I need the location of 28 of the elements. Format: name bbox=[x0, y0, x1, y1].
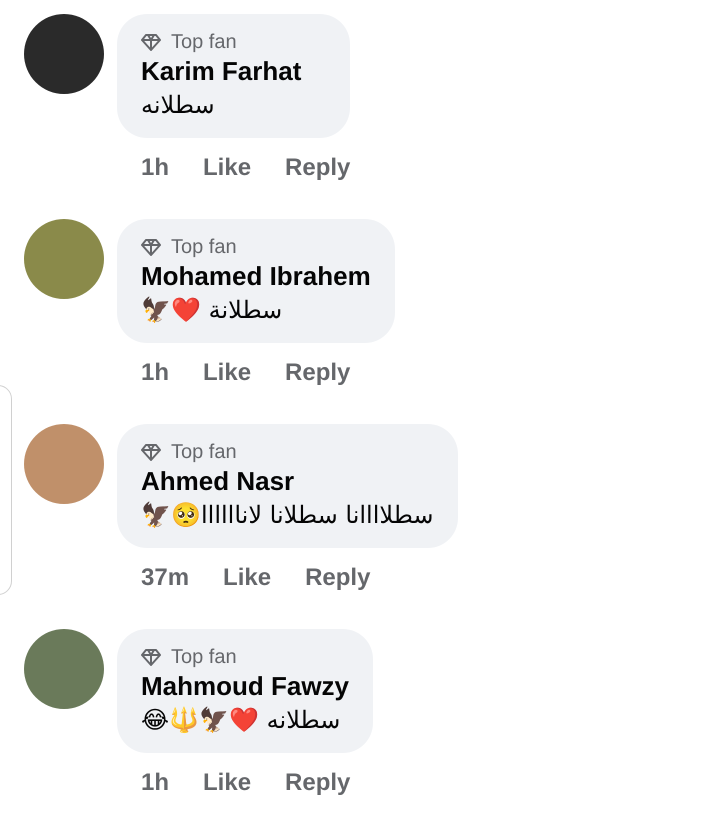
comment-action-link[interactable]: Like bbox=[223, 560, 272, 596]
comment-text: سطلانه ❤🦅🔱😂 bbox=[141, 705, 342, 736]
comment-time: 1h bbox=[141, 153, 170, 183]
top-fan-label: Top fan bbox=[171, 440, 237, 464]
commenter-name[interactable]: Ahmed Nasr bbox=[141, 464, 434, 498]
commenter-name[interactable]: Mohamed Ibrahem bbox=[141, 259, 371, 293]
comment-action-link[interactable]: Reply bbox=[285, 150, 350, 186]
diamond-icon bbox=[141, 443, 161, 461]
comment-time: 1h bbox=[141, 768, 170, 798]
comment-action-link[interactable]: Reply bbox=[305, 560, 370, 596]
commenter-name[interactable]: Karim Farhat bbox=[141, 54, 326, 88]
top-fan-label: Top fan bbox=[171, 30, 237, 54]
comment-time: 1h bbox=[141, 358, 170, 388]
commenter-name[interactable]: Mahmoud Fawzy bbox=[141, 669, 350, 703]
comment-text: سطلانة ❤🦅 bbox=[141, 295, 284, 326]
comment-action-link[interactable]: Reply bbox=[285, 355, 350, 391]
diamond-icon bbox=[141, 648, 161, 666]
top-fan-label: Top fan bbox=[171, 645, 237, 669]
comment-text: سطلانه bbox=[141, 90, 216, 121]
top-fan-label: Top fan bbox=[171, 235, 237, 259]
comment-action-link[interactable]: Like bbox=[203, 355, 252, 391]
comment-action-link[interactable]: Reply bbox=[285, 765, 350, 801]
comment-action-link[interactable]: Like bbox=[203, 765, 252, 801]
diamond-icon bbox=[141, 33, 161, 51]
comment-time: 37m bbox=[141, 563, 190, 593]
comment-action-link[interactable]: Like bbox=[203, 150, 252, 186]
comment-text: سطلاااانا سطلانا لاناااااا🥺🦅 bbox=[141, 500, 434, 531]
diamond-icon bbox=[141, 238, 161, 256]
